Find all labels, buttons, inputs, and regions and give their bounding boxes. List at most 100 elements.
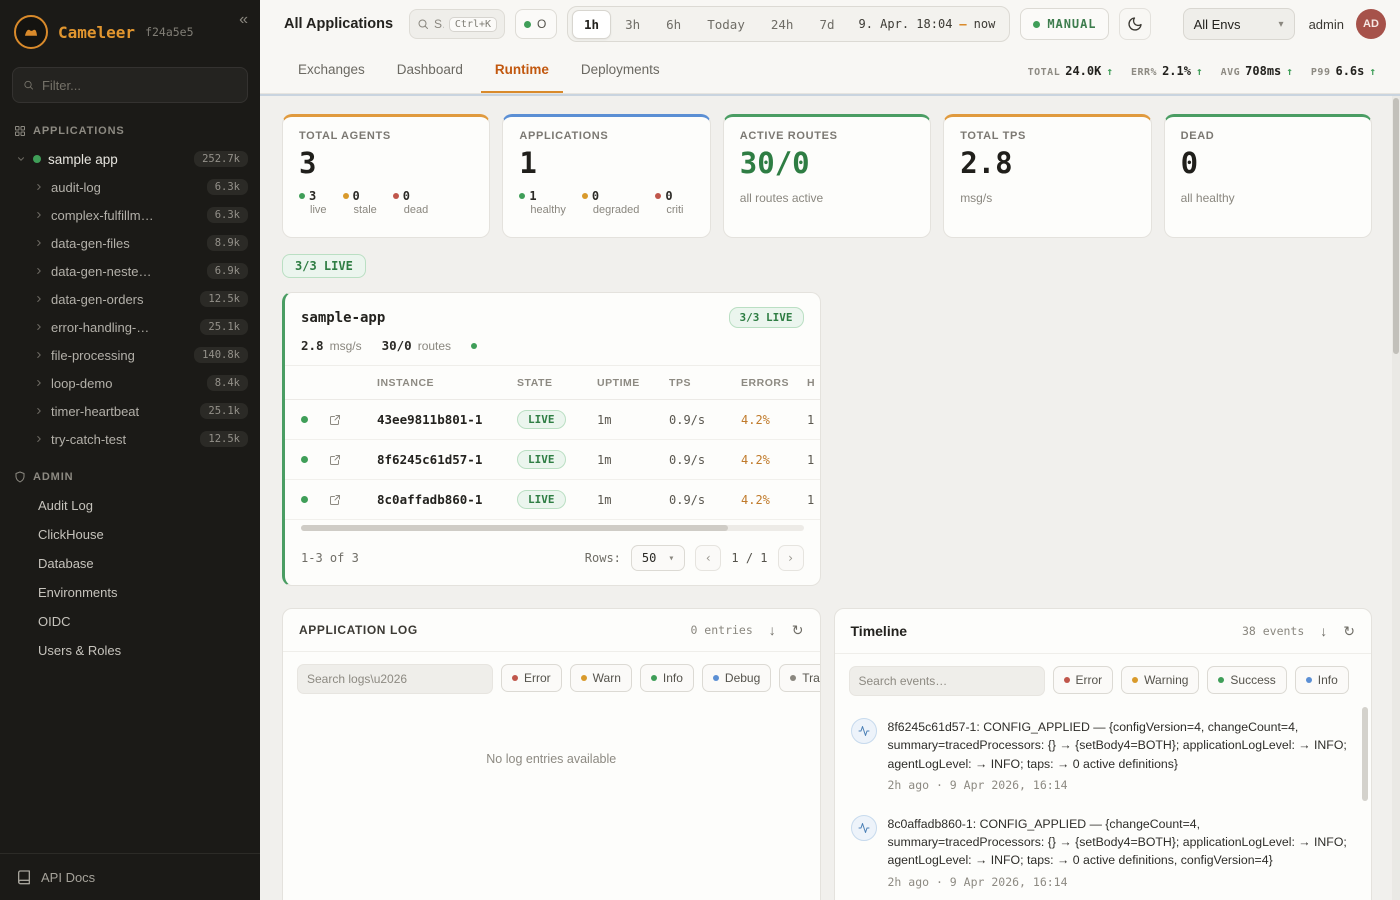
tree-item[interactable]: timer-heartbeat 25.1k [0,397,260,425]
online-toggle[interactable]: O [515,9,557,39]
scrollbar-thumb[interactable] [301,525,728,531]
download-icon[interactable]: ↓ [1320,624,1327,638]
tree-item[interactable]: audit-log 6.3k [0,173,260,201]
application-log-panel: APPLICATION LOG 0 entries ↓ ↻ Error Warn… [282,608,821,900]
tree-item[interactable]: data-gen-neste… 6.9k [0,257,260,285]
range-6h[interactable]: 6h [654,10,693,39]
tree-item[interactable]: try-catch-test 12.5k [0,425,260,453]
sidebar-filter[interactable] [12,67,248,103]
apps-grid-icon [14,125,26,137]
table-row[interactable]: 8c0affadb860-1 LIVE 1m 0.9/s 4.2% 1 [285,480,820,520]
range-24h[interactable]: 24h [759,10,806,39]
external-link-icon[interactable] [329,414,341,426]
download-icon[interactable]: ↓ [769,623,776,637]
stat-label: TOTAL [1028,67,1061,78]
timeline-event[interactable]: 8f6245c61d57-1: CONFIG_APPLIED — {config… [835,708,1372,805]
app-label: sample app [48,152,118,167]
chip-info[interactable]: Info [1295,666,1349,694]
status-dot-live [33,155,41,163]
global-search[interactable]: S… Ctrl+K [409,9,505,39]
sidebar-item-oidc[interactable]: OIDC [0,607,260,636]
breakdown-critical: 0 criti [655,189,683,216]
sidebar-item-database[interactable]: Database [0,549,260,578]
sidebar-item-sample-app[interactable]: sample app 252.7k [0,145,260,173]
sidebar-item-clickhouse[interactable]: ClickHouse [0,520,260,549]
range-today[interactable]: Today [695,10,757,39]
sidebar-item-audit-log[interactable]: Audit Log [0,491,260,520]
refresh-icon[interactable]: ↻ [792,623,804,637]
sidebar-collapse-icon[interactable]: « [239,11,248,29]
stat-total: TOTAL 24.0K ↑ [1028,64,1113,78]
trend-up-icon: ↑ [1196,65,1203,78]
horizontal-scrollbar[interactable] [301,525,804,531]
tree-item[interactable]: complex-fulfillm… 6.3k [0,201,260,229]
rows-per-page-value: 50 [642,551,656,565]
table-row[interactable]: 8f6245c61d57-1 LIVE 1m 0.9/s 4.2% 1 [285,440,820,480]
page-scrollbar[interactable] [1392,96,1400,900]
timeline-events: 8f6245c61d57-1: CONFIG_APPLIED — {config… [835,708,1372,900]
refresh-icon[interactable]: ↻ [1343,624,1355,638]
app-routes-value: 30/0 [382,338,412,353]
manual-label: MANUAL [1047,17,1096,31]
tab-exchanges[interactable]: Exchanges [284,48,379,93]
tab-dashboard[interactable]: Dashboard [383,48,477,93]
timeline-search[interactable] [849,666,1045,696]
errors-cell: 4.2% [741,493,807,507]
tab-deployments[interactable]: Deployments [567,48,674,93]
timeline-panel: Timeline 38 events ↓ ↻ Error Warning Suc… [834,608,1373,900]
degraded-dot [582,193,588,199]
sidebar-item-users-roles[interactable]: Users & Roles [0,636,260,665]
time-range-display[interactable]: 9. Apr. 18:04 – now [849,17,1006,31]
breakdown-live: 3 live [299,189,327,216]
chip-warning[interactable]: Warning [1121,666,1199,694]
log-search-input[interactable] [307,672,483,686]
api-docs-link[interactable]: API Docs [0,853,260,900]
environment-select[interactable]: All Envs ▾ [1183,8,1295,40]
col-errors: ERRORS [741,377,807,389]
chip-debug[interactable]: Debug [702,664,771,692]
card-title: APPLICATIONS [519,130,693,142]
tree-item[interactable]: data-gen-files 8.9k [0,229,260,257]
timeline-event[interactable]: 8c0affadb860-1: CONFIG_APPLIED — {change… [835,805,1372,900]
sidebar-item-environments[interactable]: Environments [0,578,260,607]
manual-refresh-button[interactable]: MANUAL [1020,8,1109,40]
avatar[interactable]: AD [1356,9,1386,39]
card-value: 1 [519,149,693,178]
next-page-button[interactable]: › [778,545,804,571]
table-row[interactable]: 43ee9811b801-1 LIVE 1m 0.9/s 4.2% 1 [285,400,820,440]
prev-page-button[interactable]: ‹ [695,545,721,571]
timeline-scrollbar-thumb[interactable] [1362,707,1368,801]
tab-runtime[interactable]: Runtime [481,48,563,93]
external-link-icon[interactable] [329,454,341,466]
page-scrollbar-thumb[interactable] [1393,98,1399,354]
uptime-cell: 1m [597,453,669,467]
live-filter-pill[interactable]: 3/3 LIVE [282,254,366,278]
tree-item[interactable]: data-gen-orders 12.5k [0,285,260,313]
tree-item[interactable]: file-processing 140.8k [0,341,260,369]
tree-item[interactable]: loop-demo 8.4k [0,369,260,397]
range-7d[interactable]: 7d [807,10,846,39]
rows-per-page-select[interactable]: 50 ▾ [631,545,685,571]
chip-success[interactable]: Success [1207,666,1286,694]
range-1h[interactable]: 1h [572,10,611,39]
range-3h[interactable]: 3h [613,10,652,39]
filter-input[interactable] [42,78,237,93]
state-badge: LIVE [517,410,566,429]
chip-label: Info [1318,673,1338,687]
stale-label: stale [354,204,377,216]
chip-warn[interactable]: Warn [570,664,632,692]
chip-trace[interactable]: Trace [779,664,820,692]
timeline-search-input[interactable] [859,674,1035,688]
chip-label: Trace [802,671,820,685]
chip-label: Info [663,671,683,685]
chip-error[interactable]: Error [1053,666,1114,694]
external-link-icon[interactable] [329,494,341,506]
content-area: TOTAL AGENTS 3 3 live 0 stale 0 dead [260,94,1400,900]
search-icon [23,79,34,91]
event-text: 8f6245c61d57-1: CONFIG_APPLIED — {config… [888,718,1352,773]
tree-item[interactable]: error-handling-… 25.1k [0,313,260,341]
log-search[interactable] [297,664,493,694]
chip-info[interactable]: Info [640,664,694,692]
chip-error[interactable]: Error [501,664,562,692]
dark-mode-toggle[interactable] [1119,8,1151,40]
